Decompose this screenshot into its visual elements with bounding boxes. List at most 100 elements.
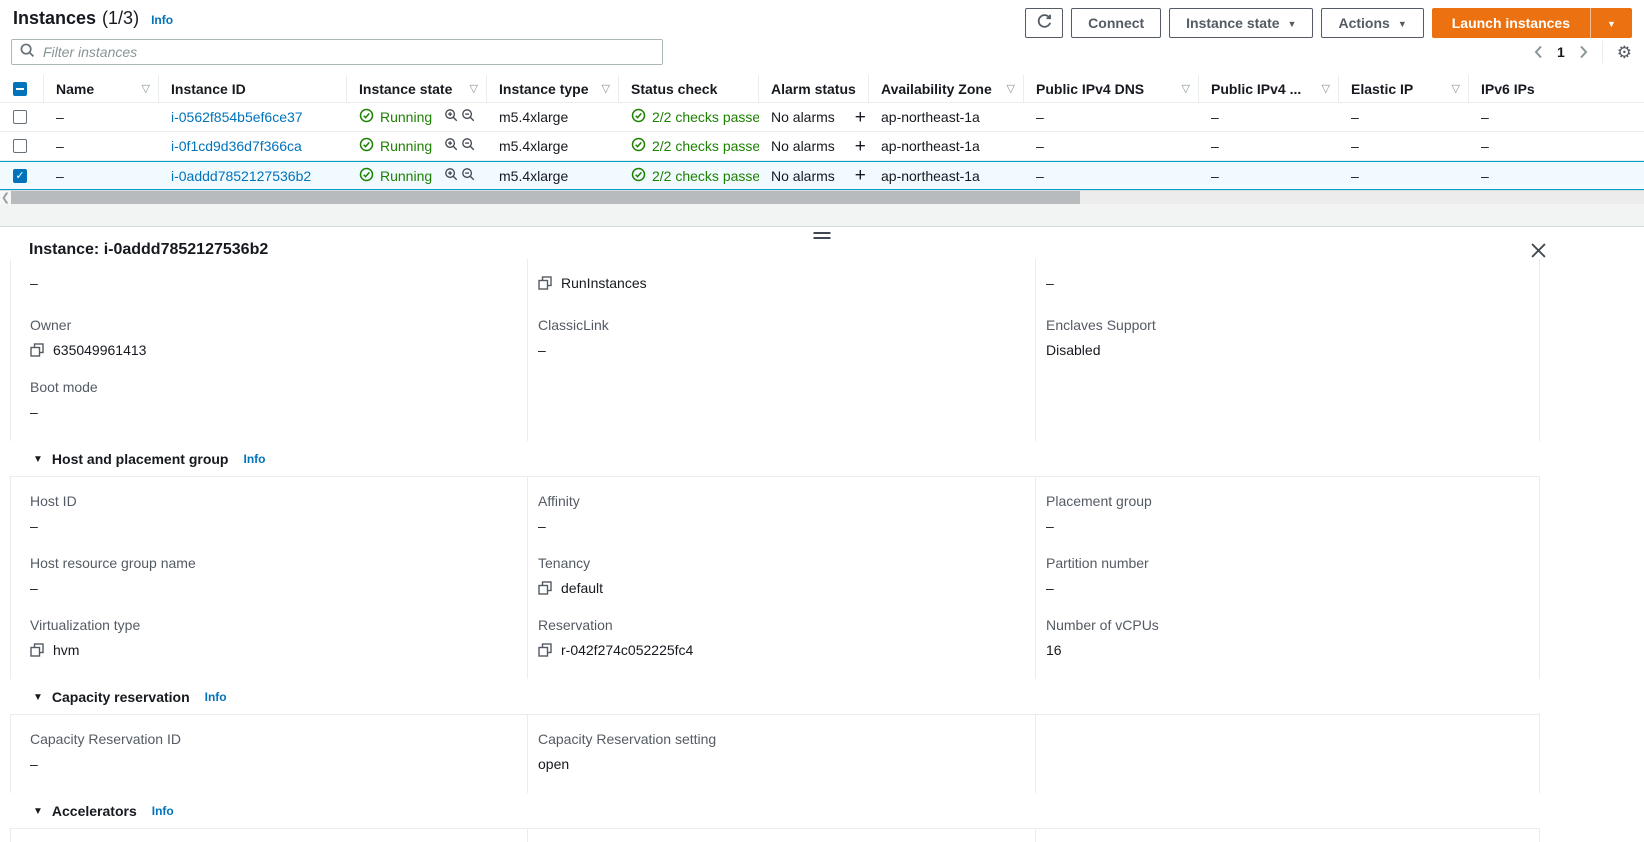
field-affinity: Affinity – — [538, 493, 580, 534]
next-page-button[interactable] — [1579, 45, 1588, 59]
toolbar-buttons: Connect Instance state ▼ Actions ▼ Launc… — [1025, 8, 1632, 38]
cell-public-ipv4: – — [1211, 138, 1219, 154]
field-vcpus: Number of vCPUs 16 — [1046, 617, 1159, 658]
filter-instances-searchbox[interactable] — [11, 39, 663, 65]
cell-availability-zone: ap-northeast-1a — [881, 109, 980, 125]
table-row-selected[interactable]: – i-0addd7852127536b2 Running m5.4xlarge… — [0, 161, 1644, 190]
instance-state-dropdown[interactable]: Instance state ▼ — [1169, 8, 1314, 38]
instance-id-link[interactable]: i-0addd7852127536b2 — [171, 168, 311, 184]
zoom-in-icon[interactable] — [444, 167, 459, 185]
sort-icon[interactable]: ▽ — [1322, 82, 1330, 95]
row-checkbox[interactable] — [13, 139, 27, 153]
copy-icon[interactable] — [538, 581, 552, 595]
alarm-status-value: No alarms — [771, 138, 835, 154]
column-header-status-check[interactable]: Status check — [619, 75, 759, 102]
add-alarm-button[interactable]: + — [855, 108, 866, 127]
column-header-instance-type[interactable]: Instance type ▽ — [487, 75, 619, 102]
sort-icon[interactable]: ▽ — [142, 82, 150, 95]
copy-icon[interactable] — [30, 343, 44, 357]
launch-instances-label: Launch instances — [1451, 15, 1570, 31]
current-page[interactable]: 1 — [1557, 44, 1565, 60]
info-link[interactable]: Info — [205, 690, 227, 704]
cell-availability-zone: ap-northeast-1a — [881, 138, 980, 154]
copy-icon[interactable] — [538, 643, 552, 657]
table-row[interactable]: – i-0562f854b5ef6ce37 Running m5.4xlarge… — [0, 103, 1644, 132]
field-value: 635049961413 — [53, 342, 147, 358]
preferences-gear-icon[interactable]: ⚙ — [1617, 44, 1632, 61]
scrollbar-thumb[interactable] — [11, 191, 1080, 204]
field-enclaves-support: Enclaves Support Disabled — [1046, 317, 1529, 358]
row-checkbox[interactable] — [13, 110, 27, 124]
column-header-availability-zone[interactable]: Availability Zone ▽ — [869, 75, 1024, 102]
search-icon — [20, 43, 35, 61]
cell-public-ipv4-dns: – — [1036, 167, 1044, 184]
field-classiclink: ClassicLink – — [538, 317, 1025, 358]
instance-id-link[interactable]: i-0562f854b5ef6ce37 — [171, 109, 303, 125]
collapse-triangle-icon[interactable]: ▼ — [33, 692, 43, 703]
column-header-instance-state[interactable]: Instance state ▽ — [347, 75, 487, 102]
section-title: Host and placement group — [51, 451, 229, 467]
zoom-out-icon[interactable] — [461, 108, 476, 126]
chevron-down-icon: ▼ — [1287, 19, 1297, 29]
row-checkbox[interactable] — [13, 168, 27, 183]
instances-table: Name ▽ Instance ID Instance state ▽ Instan… — [0, 75, 1644, 190]
select-all-cell — [0, 75, 44, 102]
cell-name: – — [56, 167, 64, 184]
field-host-id: Host ID – — [30, 493, 77, 534]
info-link[interactable]: Info — [243, 452, 265, 466]
sort-icon[interactable]: ▽ — [470, 82, 478, 95]
zoom-in-icon[interactable] — [444, 137, 459, 155]
horizontal-scrollbar[interactable]: ❮ — [0, 190, 1644, 204]
field-boot-mode: Boot mode – — [30, 379, 517, 420]
launch-instances-button[interactable]: Launch instances — [1431, 8, 1590, 38]
details-grid-top: – Owner 635049961413 Boot mode – RunInst… — [10, 259, 1540, 441]
page-title: Instances — [13, 8, 97, 28]
scroll-left-button[interactable]: ❮ — [0, 191, 11, 204]
sort-icon[interactable]: ▽ — [1452, 82, 1460, 95]
status-check-icon — [631, 167, 646, 185]
zoom-out-icon[interactable] — [461, 137, 476, 155]
zoom-in-icon[interactable] — [444, 108, 459, 126]
collapse-triangle-icon[interactable]: ▼ — [33, 454, 43, 465]
panel-resize-handle[interactable] — [813, 232, 831, 239]
refresh-button[interactable] — [1025, 8, 1064, 38]
status-check-value: 2/2 checks passed — [652, 138, 759, 154]
divider — [1601, 41, 1603, 63]
sort-icon[interactable]: ▽ — [1182, 82, 1190, 95]
info-link[interactable]: Info — [151, 13, 173, 27]
select-all-checkbox[interactable] — [13, 81, 27, 96]
copy-icon[interactable] — [30, 643, 44, 657]
launch-instances-split-button: Launch instances ▼ — [1431, 8, 1632, 38]
column-header-ipv6-ips[interactable]: IPv6 IPs — [1469, 75, 1644, 102]
close-icon[interactable] — [1531, 242, 1546, 258]
instance-state-value: Running — [380, 167, 433, 184]
copy-icon[interactable] — [538, 276, 552, 290]
add-alarm-button[interactable]: + — [855, 137, 866, 156]
prev-page-button[interactable] — [1534, 45, 1543, 59]
actions-dropdown[interactable]: Actions ▼ — [1321, 8, 1424, 38]
zoom-out-icon[interactable] — [461, 167, 476, 185]
column-header-elastic-ip[interactable]: Elastic IP ▽ — [1339, 75, 1469, 102]
instance-id-link[interactable]: i-0f1cd9d36d7f366ca — [171, 138, 302, 154]
sort-icon[interactable]: ▽ — [1007, 82, 1015, 95]
column-header-public-ipv4-dns[interactable]: Public IPv4 DNS ▽ — [1024, 75, 1199, 102]
launch-instances-caret-button[interactable]: ▼ — [1590, 8, 1632, 38]
column-header-instance-id[interactable]: Instance ID — [159, 75, 347, 102]
sort-icon[interactable]: ▽ — [602, 82, 610, 95]
details-grid-host: Host ID – Host resource group name – Vir… — [10, 477, 1540, 679]
connect-button[interactable]: Connect — [1071, 8, 1162, 38]
column-header-alarm-status[interactable]: Alarm status — [759, 75, 869, 102]
cell-instance-type: m5.4xlarge — [499, 109, 569, 125]
section-title: Capacity reservation — [51, 689, 190, 705]
column-header-name[interactable]: Name ▽ — [44, 75, 159, 102]
column-header-public-ipv4[interactable]: Public IPv4 ... ▽ — [1199, 75, 1339, 102]
table-row[interactable]: – i-0f1cd9d36d7f366ca Running m5.4xlarge… — [0, 132, 1644, 161]
running-status-icon — [359, 167, 374, 185]
collapse-triangle-icon[interactable]: ▼ — [33, 806, 43, 817]
cell-name: – — [56, 109, 64, 125]
cell-public-ipv4-dns: – — [1036, 109, 1044, 125]
info-link[interactable]: Info — [152, 804, 174, 818]
add-alarm-button[interactable]: + — [855, 166, 866, 185]
filter-instances-input[interactable] — [43, 44, 654, 60]
instance-details-panel: Instance: i-0addd7852127536b2 – Owner 63… — [0, 226, 1644, 842]
